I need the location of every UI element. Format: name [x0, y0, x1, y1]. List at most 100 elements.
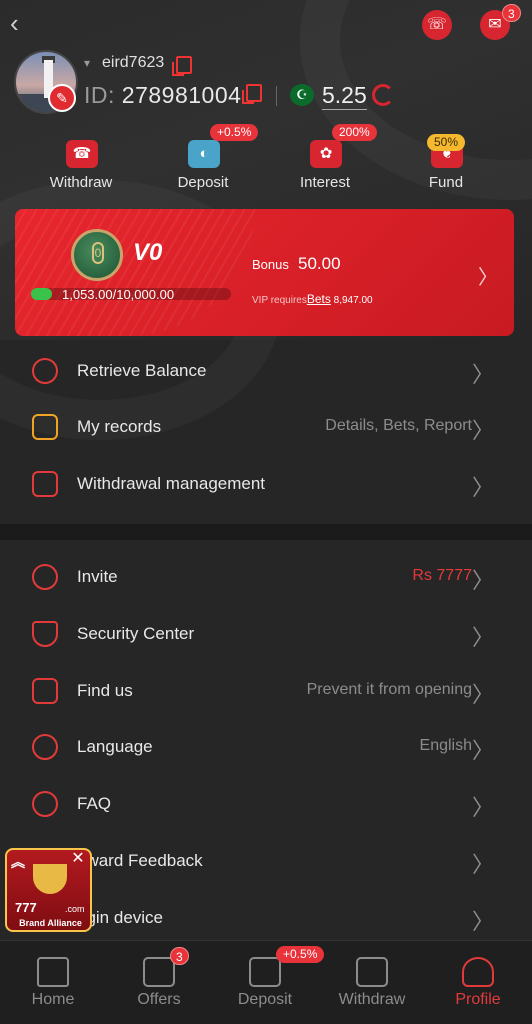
- menu-item-label: FAQ: [77, 794, 112, 813]
- deposit-action-button[interactable]: ◐ Deposit +0.5%: [158, 124, 259, 194]
- fund-action-label: Fund: [428, 174, 464, 191]
- question-icon: [32, 791, 58, 817]
- promo-brand-suffix: .com: [65, 904, 85, 914]
- trophy-icon: [33, 864, 67, 894]
- copy-username-icon[interactable]: [172, 56, 192, 76]
- expand-up-icon[interactable]: ︽: [11, 852, 25, 872]
- promo-brand: 777: [15, 900, 37, 915]
- chevron-right-icon: 〉: [471, 738, 494, 763]
- fund-action-button[interactable]: ❦ Fund 50%: [401, 134, 491, 194]
- caret-down-icon: ▾: [84, 56, 91, 70]
- fund-badge: 50%: [427, 134, 466, 151]
- chevron-right-icon: 〉: [471, 568, 494, 593]
- vip-level: V0: [133, 239, 163, 266]
- globe-icon: [32, 734, 58, 760]
- vip-bonus-label: Bonus: [252, 257, 289, 272]
- menu-item-value: Rs 7777: [412, 567, 472, 584]
- menu-item-label: eward Feedback: [77, 851, 203, 870]
- chevron-right-icon: 〉: [471, 852, 494, 877]
- chevron-right-icon: 〉: [471, 682, 494, 707]
- divider: [276, 86, 277, 106]
- vip-card[interactable]: 0 V0 1,053.00/10,000.00 Bonus 50.00 VIP …: [15, 209, 514, 336]
- menu-item-label: My records: [77, 417, 162, 436]
- edit-avatar-button[interactable]: ✎: [48, 84, 76, 112]
- menu-item-withdrawal-management[interactable]: Withdrawal management 〉: [0, 456, 532, 512]
- menu-item-security-center[interactable]: Security Center 〉: [0, 606, 532, 662]
- interest-badge: 200%: [332, 124, 377, 141]
- menu-item-my-records[interactable]: My records Details, Bets, Report 〉: [0, 399, 532, 455]
- chevron-right-icon: 〉: [471, 909, 494, 934]
- nav-deposit[interactable]: Deposit +0.5%: [212, 941, 325, 1024]
- withdraw-action-button[interactable]: ☎ Withdraw: [36, 134, 126, 194]
- find-us-icon: [32, 678, 58, 704]
- menu-item-language[interactable]: Language English 〉: [0, 719, 532, 775]
- close-promo-button[interactable]: ✕: [69, 850, 87, 868]
- nav-profile[interactable]: Profile: [425, 941, 531, 1024]
- nav-label: Home: [31, 991, 75, 1008]
- chevron-right-icon: 〉: [471, 362, 494, 387]
- menu-item-value: Details, Bets, Report: [325, 417, 472, 434]
- chevron-right-icon: 〉: [471, 795, 494, 820]
- nav-label: Profile: [455, 991, 501, 1008]
- chevron-right-icon: 〉: [471, 625, 494, 650]
- withdrawal-management-icon: [32, 471, 58, 497]
- nav-label: Offers: [137, 991, 181, 1008]
- back-button[interactable]: ‹: [10, 8, 34, 38]
- notification-badge: 3: [502, 4, 521, 22]
- nav-label: Withdraw: [338, 991, 406, 1008]
- piggy-bank-icon: ✿: [310, 140, 342, 168]
- menu-item-find-us[interactable]: Find us Prevent it from opening 〉: [0, 663, 532, 719]
- offers-badge: 3: [170, 947, 189, 965]
- shield-icon: [32, 621, 58, 647]
- menu-item-faq[interactable]: FAQ 〉: [0, 776, 532, 832]
- user-id-label: ID:: [84, 82, 115, 108]
- user-id-value: 278981004: [121, 82, 242, 108]
- vip-requirement: VIP requiresBets 8,947.00: [252, 292, 373, 306]
- deposit-action-label: Deposit: [177, 174, 229, 191]
- nav-offers[interactable]: Offers 3: [106, 941, 212, 1024]
- section-divider: [0, 524, 532, 540]
- vip-medal-icon: 0: [71, 229, 123, 281]
- customer-service-button[interactable]: ☏: [422, 10, 452, 40]
- menu-item-invite[interactable]: Invite Rs 7777 〉: [0, 549, 532, 605]
- chevron-right-icon: 〉: [471, 475, 494, 500]
- menu-item-retrieve-balance[interactable]: Retrieve Balance 〉: [0, 343, 532, 399]
- menu-item-label: Withdrawal management: [77, 474, 266, 493]
- vip-bets-link[interactable]: Bets: [307, 292, 331, 306]
- retrieve-balance-icon: [32, 358, 58, 384]
- nav-withdraw[interactable]: Withdraw: [319, 941, 425, 1024]
- menu-item-label: Language: [77, 737, 153, 756]
- user-id: ID: 278981004: [84, 82, 241, 109]
- vip-requirement-prefix: VIP requires: [252, 295, 307, 306]
- home-icon: [37, 957, 69, 987]
- deposit-nav-badge: +0.5%: [276, 946, 325, 963]
- vip-bonus-value: 50.00: [298, 254, 341, 273]
- currency-flag-icon: ☪: [290, 84, 314, 106]
- menu-item-value: English: [419, 737, 472, 754]
- copy-id-icon[interactable]: [242, 84, 262, 104]
- vip-medal-level: 0: [92, 242, 104, 264]
- bottom-navigation: Home Offers 3 Deposit +0.5% Withdraw Pro…: [0, 940, 532, 1024]
- nav-home[interactable]: Home: [0, 941, 106, 1024]
- interest-action-button[interactable]: ✿ Interest 200%: [280, 124, 377, 194]
- wallet-icon: ◐: [188, 140, 220, 168]
- wallet-icon: [249, 957, 281, 987]
- vip-requirement-value: 8,947.00: [333, 295, 373, 306]
- refresh-balance-icon[interactable]: [372, 84, 394, 106]
- balance-value: 5.25: [322, 82, 367, 110]
- menu-item-label: Security Center: [77, 624, 195, 643]
- records-icon: [32, 414, 58, 440]
- vip-progress-fill: [31, 288, 52, 300]
- vip-card-pattern: [15, 209, 255, 336]
- chevron-right-icon: 〉: [471, 418, 494, 443]
- headset-icon: ☏: [426, 16, 447, 33]
- username: eird7623: [102, 54, 165, 71]
- menu-item-label: Retrieve Balance: [77, 361, 207, 380]
- menu-item-label: Invite: [77, 567, 118, 586]
- menu-item-label: Find us: [77, 681, 133, 700]
- deposit-bonus-badge: +0.5%: [210, 124, 259, 141]
- invite-icon: [32, 564, 58, 590]
- withdraw-icon: [356, 957, 388, 987]
- gift-icon: [143, 957, 175, 987]
- chevron-right-icon: 〉: [478, 267, 498, 289]
